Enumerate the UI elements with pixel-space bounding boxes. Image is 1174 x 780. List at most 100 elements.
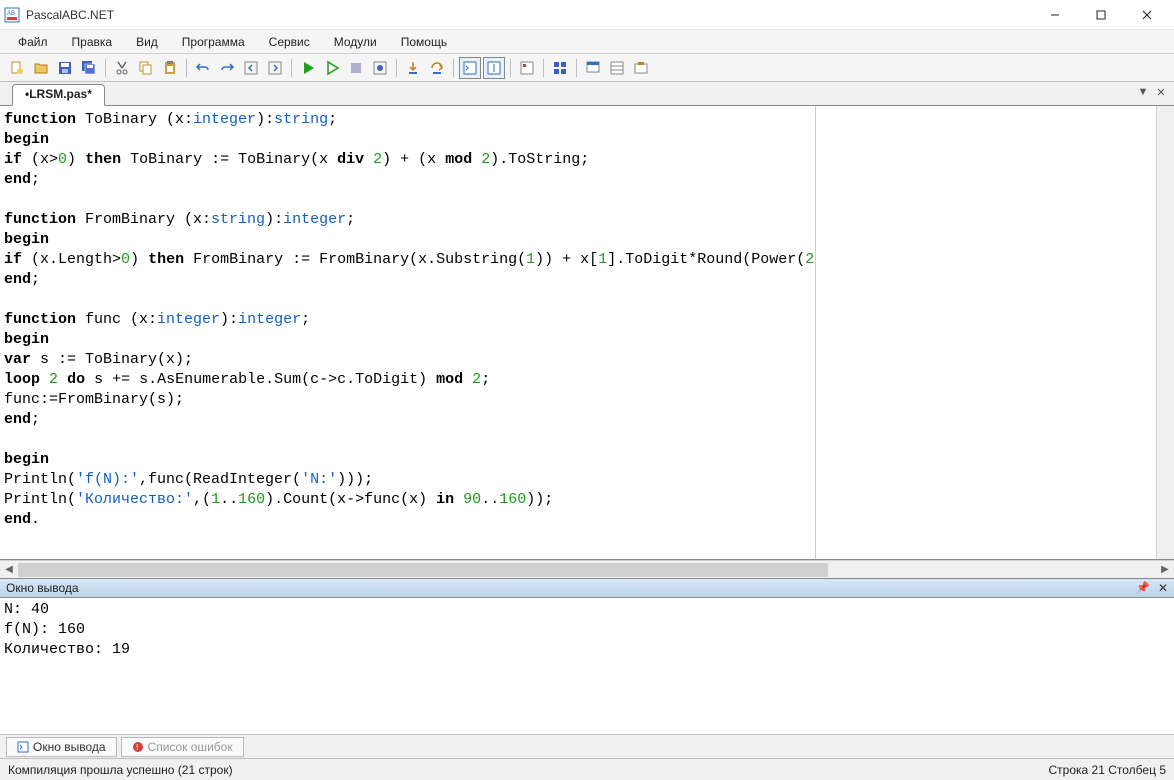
open-file-icon[interactable] — [30, 57, 52, 79]
compile-icon[interactable] — [369, 57, 391, 79]
output-line: f(N): 160 — [4, 621, 85, 638]
code-token: string — [274, 111, 328, 128]
code-token: function — [4, 111, 76, 128]
code-token: 160 — [238, 491, 265, 508]
maximize-button[interactable] — [1078, 0, 1124, 30]
menubar: Файл Правка Вид Программа Сервис Модули … — [0, 30, 1174, 54]
code-token: div — [337, 151, 364, 168]
minimize-button[interactable] — [1032, 0, 1078, 30]
code-token: FromBinary (x: — [76, 211, 211, 228]
module-icon[interactable] — [549, 57, 571, 79]
code-token: loop — [4, 371, 40, 388]
menu-view[interactable]: Вид — [126, 33, 168, 51]
output-panel-title: Окно вывода 📌 ✕ — [0, 578, 1174, 598]
code-token: 0 — [121, 251, 130, 268]
toolbox-icon[interactable] — [630, 57, 652, 79]
code-token: ; — [31, 171, 40, 188]
code-token — [364, 151, 373, 168]
code-token: string — [211, 211, 265, 228]
code-token: ; — [31, 411, 40, 428]
new-file-icon[interactable] — [6, 57, 28, 79]
code-token: then — [85, 151, 121, 168]
nav-back-icon[interactable] — [240, 57, 262, 79]
code-editor[interactable]: function ToBinary (x:integer):string; be… — [0, 106, 815, 559]
form-designer-icon[interactable] — [582, 57, 604, 79]
tab-output-label: Окно вывода — [33, 740, 106, 754]
code-token: begin — [4, 451, 49, 468]
code-token: s := ToBinary(x); — [31, 351, 193, 368]
code-token: begin — [4, 131, 49, 148]
tab-output-window[interactable]: Окно вывода — [6, 737, 117, 757]
code-token: ; — [31, 271, 40, 288]
toolbar — [0, 54, 1174, 82]
copy-icon[interactable] — [135, 57, 157, 79]
scroll-left-icon[interactable]: ◀ — [0, 561, 18, 579]
scroll-right-icon[interactable]: ▶ — [1156, 561, 1174, 579]
code-token: ,( — [193, 491, 211, 508]
undo-icon[interactable] — [192, 57, 214, 79]
menu-help[interactable]: Помощь — [391, 33, 457, 51]
tab-dropdown-icon[interactable]: ▼ — [1136, 85, 1150, 99]
scroll-thumb[interactable] — [18, 563, 828, 577]
app-icon: AB — [4, 7, 20, 23]
code-token: s += s.AsEnumerable.Sum(c->c.ToDigit) — [85, 371, 436, 388]
code-token — [463, 371, 472, 388]
code-token: integer — [238, 311, 301, 328]
paste-icon[interactable] — [159, 57, 181, 79]
output-window-icon[interactable] — [459, 57, 481, 79]
file-tab-active[interactable]: •LRSM.pas* — [12, 84, 105, 106]
redo-icon[interactable] — [216, 57, 238, 79]
close-button[interactable] — [1124, 0, 1170, 30]
immediate-window-icon[interactable] — [483, 57, 505, 79]
code-token: .. — [220, 491, 238, 508]
code-token: ): — [265, 211, 283, 228]
cut-icon[interactable] — [111, 57, 133, 79]
code-token: integer — [283, 211, 346, 228]
code-token: do — [67, 371, 85, 388]
code-token: 2 — [805, 251, 814, 268]
vertical-scrollbar[interactable] — [1156, 106, 1174, 559]
menu-modules[interactable]: Модули — [324, 33, 387, 51]
code-token: . — [31, 511, 40, 528]
menu-file[interactable]: Файл — [8, 33, 58, 51]
code-token: ToBinary (x: — [76, 111, 193, 128]
output-panel[interactable]: N: 40 f(N): 160 Количество: 19 — [0, 598, 1174, 734]
editor-right-gutter — [816, 106, 1156, 559]
toolbar-separator — [453, 59, 454, 77]
save-icon[interactable] — [54, 57, 76, 79]
pin-icon[interactable]: 📌 — [1136, 581, 1150, 594]
toolbar-separator — [291, 59, 292, 77]
scroll-track[interactable] — [18, 562, 1156, 578]
panel-close-icon[interactable]: ✕ — [1158, 581, 1168, 595]
toolbar-separator — [396, 59, 397, 77]
properties-icon[interactable] — [606, 57, 628, 79]
step-into-icon[interactable] — [402, 57, 424, 79]
code-token: ) — [67, 151, 85, 168]
save-all-icon[interactable] — [78, 57, 100, 79]
svg-text:AB: AB — [7, 11, 15, 17]
window-controls — [1032, 0, 1170, 30]
menu-program[interactable]: Программа — [172, 33, 255, 51]
run-no-debug-icon[interactable] — [321, 57, 343, 79]
step-over-icon[interactable] — [426, 57, 448, 79]
tab-close-icon[interactable]: ✕ — [1154, 85, 1168, 99]
code-token: .. — [481, 491, 499, 508]
code-token: if — [4, 151, 22, 168]
code-token — [454, 491, 463, 508]
code-token: Println( — [4, 491, 76, 508]
code-token: ) + (x — [382, 151, 445, 168]
nav-forward-icon[interactable] — [264, 57, 286, 79]
stop-icon[interactable] — [345, 57, 367, 79]
code-token: ToBinary := ToBinary(x — [121, 151, 337, 168]
run-icon[interactable] — [297, 57, 319, 79]
code-token: )) + x[ — [535, 251, 598, 268]
watch-icon[interactable] — [516, 57, 538, 79]
code-token: 2 — [373, 151, 382, 168]
horizontal-scrollbar[interactable]: ◀ ▶ — [0, 560, 1174, 578]
tab-error-list[interactable]: ! Список ошибок — [121, 737, 244, 757]
menu-service[interactable]: Сервис — [259, 33, 320, 51]
code-token: 'N:' — [301, 471, 337, 488]
code-token: 1 — [211, 491, 220, 508]
code-token: function — [4, 211, 76, 228]
menu-edit[interactable]: Правка — [62, 33, 123, 51]
